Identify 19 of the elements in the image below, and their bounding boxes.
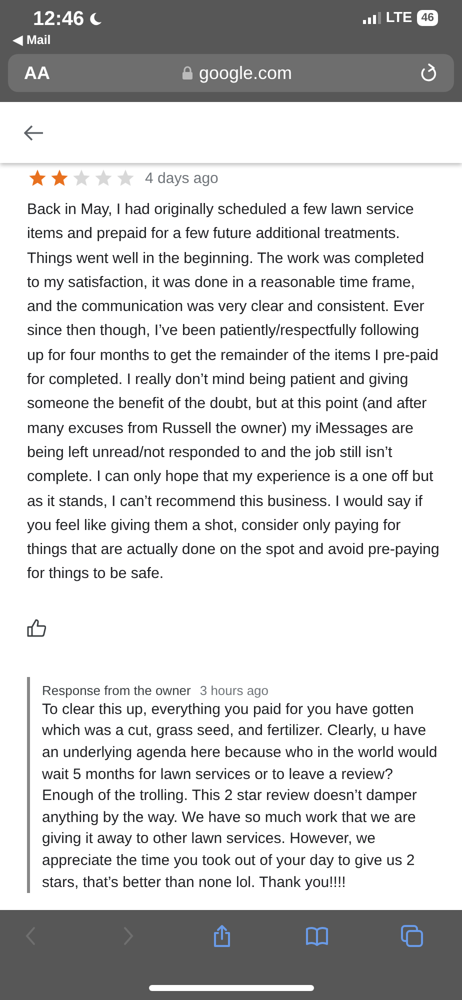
thumbs-up-icon[interactable] [27,618,46,637]
book-icon[interactable] [305,924,329,948]
battery-level: 46 [417,10,438,26]
lock-icon [182,66,193,80]
review-text: Back in May, I had originally scheduled a few lawn service items and prepaid for a few future additional treatments. Things went well in the beginning. The work was completed to my satisfaction, it was done in a reasonable time frame, and the communication was very clear and consistent. Ever since then though, I’ve been patiently/respectfully following up for four months to get the remainder of the items I pre-paid for completed. I really don’t mind being patient and giving someone the benefit of the doubt, but at this point (and after many excuses from Russell the owner) my iMessages are being left unread/not responded to and the job still isn’t complete. I can only hope that my experience is a one off but as it stands, I can’t recommend this business. I would say if you feel like giving them a shot, consider only paying for things that are actually done on the spot and avoid pre-paying for things to be safe. [27,200,440,584]
response-text: To clear this up, everything you paid for you have gotten which was a cut, grass seed, and fertilizer. Clearly, u have an underlying agenda here because who in the world would wait 5 months for lawn services or to leave a review? Enough of the trolling. This 2 star review doesn’t damper anything by the way. We have so much work that we are giving it away to other lawn services. However, we appreciate the time you took out of your day to give us 2 stars, that’s better than none lol. Thank you!!!! [42,700,438,892]
back-to-app-link[interactable]: ◀ Mail [13,33,104,47]
response-label: Response from the owner [42,682,191,698]
clock-time: 12:46 [33,8,84,30]
url-domain[interactable]: google.com [198,62,292,84]
signal-icon [362,12,381,24]
response-date: 3 hours ago [200,682,269,698]
text-size-button[interactable]: AA [24,62,84,84]
network-label: LTE [386,10,412,26]
review-date: 4 days ago [145,170,218,186]
tabs-icon[interactable] [400,924,424,948]
moon-icon [88,11,104,27]
back-arrow-icon[interactable] [24,124,44,140]
reload-icon[interactable] [420,63,438,83]
